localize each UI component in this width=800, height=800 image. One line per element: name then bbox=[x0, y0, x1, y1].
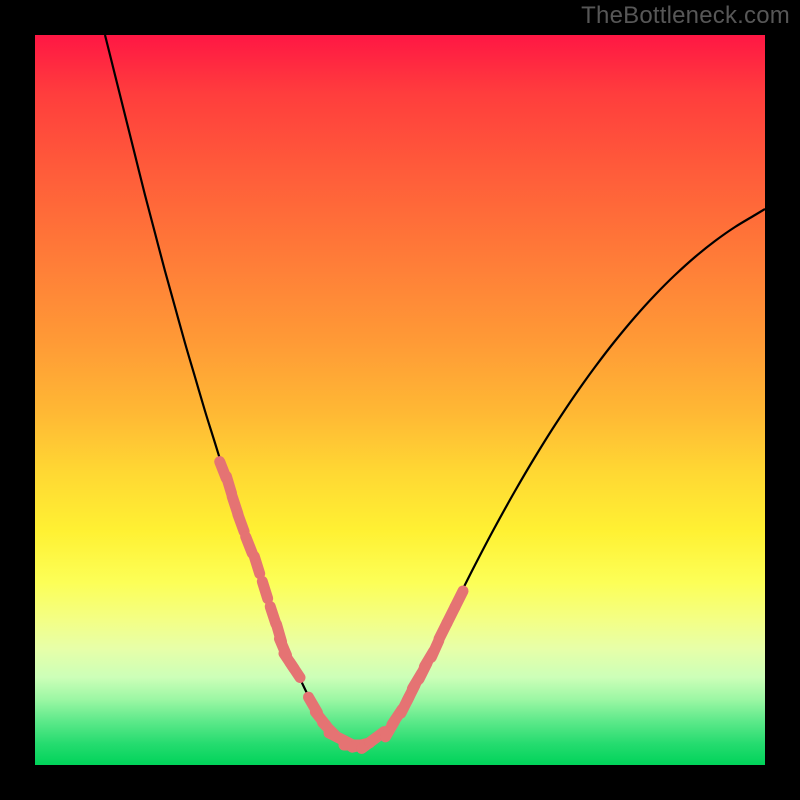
curve-svg bbox=[35, 35, 765, 765]
marker-dash bbox=[262, 581, 267, 598]
marker-dash bbox=[455, 591, 463, 607]
marker-dash bbox=[226, 476, 231, 493]
highlighted-markers bbox=[220, 462, 463, 749]
marker-dash bbox=[290, 663, 300, 678]
watermark-text: TheBottleneck.com bbox=[581, 2, 790, 30]
marker-dash bbox=[246, 537, 253, 554]
marker-dash bbox=[238, 515, 244, 532]
marker-dash bbox=[254, 556, 259, 573]
plot-area bbox=[35, 35, 765, 765]
chart-frame: TheBottleneck.com bbox=[0, 0, 800, 800]
